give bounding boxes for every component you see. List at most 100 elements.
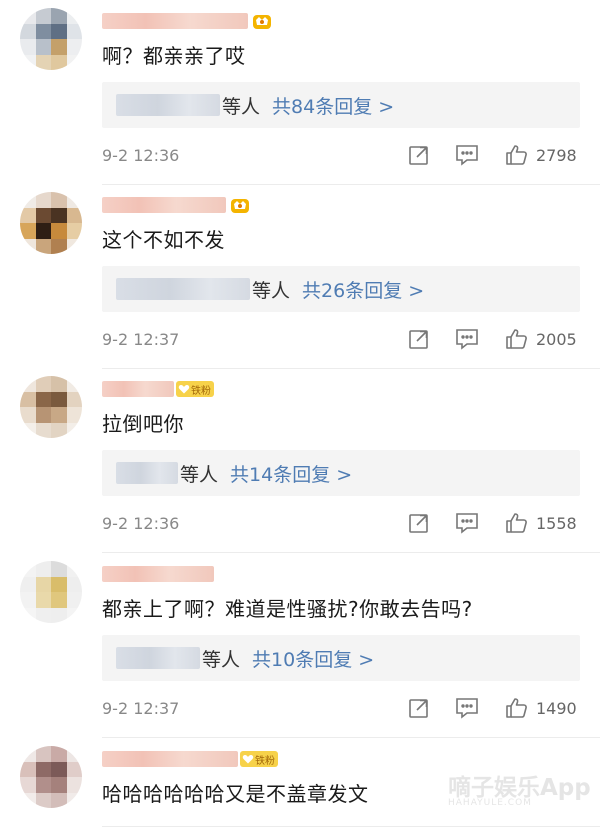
username-row[interactable]: 铁粉 xyxy=(102,378,214,400)
comment-icon[interactable] xyxy=(454,326,480,352)
like-button[interactable]: 1490 xyxy=(504,695,580,721)
avatar-pixel xyxy=(66,238,82,254)
avatar-pixel xyxy=(35,407,51,423)
view-replies-link[interactable]: 共10条回复 > xyxy=(252,645,374,672)
thumbs-up-icon[interactable] xyxy=(504,510,530,536)
like-count: 1490 xyxy=(536,698,577,718)
avatar-pixel xyxy=(20,23,36,39)
comment-icon[interactable] xyxy=(454,142,480,168)
comment-text: 拉倒吧你 xyxy=(102,412,184,436)
comment-text: 哈哈哈哈哈哈又是不盖章发文 xyxy=(102,782,369,806)
username-row[interactable] xyxy=(102,194,250,216)
reply-suffix: 等人 xyxy=(222,95,261,118)
avatar-pixel xyxy=(20,376,36,392)
fan-badge-label: 铁粉 xyxy=(255,755,275,767)
username-row[interactable]: 铁粉 xyxy=(102,748,278,770)
share-icon[interactable] xyxy=(406,695,432,721)
avatar-pixel xyxy=(35,39,51,55)
avatar-pixel xyxy=(20,607,36,623)
avatar-pixel xyxy=(35,592,51,608)
avatar[interactable] xyxy=(20,192,82,254)
thumbs-up-icon[interactable] xyxy=(504,142,530,168)
crown-badge-icon xyxy=(230,195,250,215)
avatar[interactable] xyxy=(20,376,82,438)
fan-badge: 铁粉 xyxy=(176,381,214,397)
replier-names-blurred xyxy=(116,462,178,484)
avatar-pixel xyxy=(20,407,36,423)
comment-actions: 2798 xyxy=(406,142,580,168)
avatar-pixel xyxy=(35,777,51,793)
comment-item: 铁粉 拉倒吧你 等人 共14条回复 > 9-2 12:36 1558 xyxy=(0,368,600,553)
avatar-pixel xyxy=(66,407,82,423)
avatar-pixel xyxy=(66,422,82,438)
thumbs-up-icon[interactable] xyxy=(504,326,530,352)
username-row[interactable] xyxy=(102,10,272,32)
comment-item: 都亲上了啊？难道是性骚扰?你敢去告吗? 等人 共10条回复 > 9-2 12:3… xyxy=(0,553,600,738)
avatar-pixel xyxy=(66,8,82,24)
avatar[interactable] xyxy=(20,746,82,808)
view-replies-link[interactable]: 共26条回复 > xyxy=(302,276,424,303)
comment-meta: 9-2 12:36 1558 xyxy=(102,508,580,538)
username-blurred[interactable] xyxy=(102,566,214,582)
avatar-pixel xyxy=(35,746,51,762)
heart-icon xyxy=(242,755,254,764)
avatar-pixel xyxy=(66,746,82,762)
avatar-pixel xyxy=(20,792,36,808)
like-count: 2798 xyxy=(536,145,577,165)
avatar-pixel xyxy=(20,761,36,777)
comment-meta: 9-2 12:37 2005 xyxy=(102,324,580,354)
avatar-pixel xyxy=(51,746,67,762)
avatar-pixel xyxy=(51,238,67,254)
avatar-pixel xyxy=(20,592,36,608)
replier-names-blurred xyxy=(116,278,250,300)
avatar[interactable] xyxy=(20,561,82,623)
watermark-logo-text: 嘀子娱乐App xyxy=(448,775,591,801)
view-replies-link[interactable]: 共84条回复 > xyxy=(272,92,394,119)
timestamp: 9-2 12:36 xyxy=(102,145,180,165)
avatar-pixel xyxy=(35,223,51,239)
like-button[interactable]: 2005 xyxy=(504,326,580,352)
avatar-pixel xyxy=(66,207,82,223)
like-count: 2005 xyxy=(536,329,577,349)
avatar-pixel xyxy=(51,8,67,24)
avatar-pixel xyxy=(20,8,36,24)
like-button[interactable]: 2798 xyxy=(504,142,580,168)
avatar-pixel xyxy=(20,561,36,577)
username-blurred[interactable] xyxy=(102,197,226,213)
avatar-pixel xyxy=(66,23,82,39)
comment-text: 都亲上了啊？难道是性骚扰?你敢去告吗? xyxy=(102,597,473,621)
heart-icon xyxy=(178,385,190,394)
share-icon[interactable] xyxy=(406,326,432,352)
reply-summary[interactable]: 等人 共10条回复 > xyxy=(102,635,580,681)
avatar-pixel xyxy=(35,54,51,70)
share-icon[interactable] xyxy=(406,510,432,536)
watermark-domain: HAHAYULE.COM xyxy=(448,798,532,808)
thumbs-up-icon[interactable] xyxy=(504,695,530,721)
username-blurred[interactable] xyxy=(102,13,248,29)
avatar-pixel xyxy=(51,592,67,608)
reply-summary[interactable]: 等人 共84条回复 > xyxy=(102,82,580,128)
username-blurred[interactable] xyxy=(102,751,238,767)
reply-suffix: 等人 xyxy=(180,463,219,486)
comment-item: 这个不如不发 等人 共26条回复 > 9-2 12:37 2005 xyxy=(0,184,600,369)
reply-summary[interactable]: 等人 共26条回复 > xyxy=(102,266,580,312)
comment-icon[interactable] xyxy=(454,510,480,536)
share-icon[interactable] xyxy=(406,142,432,168)
timestamp: 9-2 12:36 xyxy=(102,513,180,533)
avatar-pixel xyxy=(20,576,36,592)
avatar-pixel xyxy=(51,422,67,438)
avatar-pixel xyxy=(35,607,51,623)
avatar-pixel xyxy=(66,777,82,793)
avatar-pixel xyxy=(51,407,67,423)
username-blurred[interactable] xyxy=(102,381,174,397)
like-button[interactable]: 1558 xyxy=(504,510,580,536)
reply-summary[interactable]: 等人 共14条回复 > xyxy=(102,450,580,496)
avatar-pixel xyxy=(20,207,36,223)
view-replies-link[interactable]: 共14条回复 > xyxy=(230,460,352,487)
fan-badge: 铁粉 xyxy=(240,751,278,767)
username-row[interactable] xyxy=(102,563,214,585)
avatar[interactable] xyxy=(20,8,82,70)
avatar-pixel xyxy=(66,54,82,70)
crown-badge-icon xyxy=(252,11,272,31)
comment-icon[interactable] xyxy=(454,695,480,721)
